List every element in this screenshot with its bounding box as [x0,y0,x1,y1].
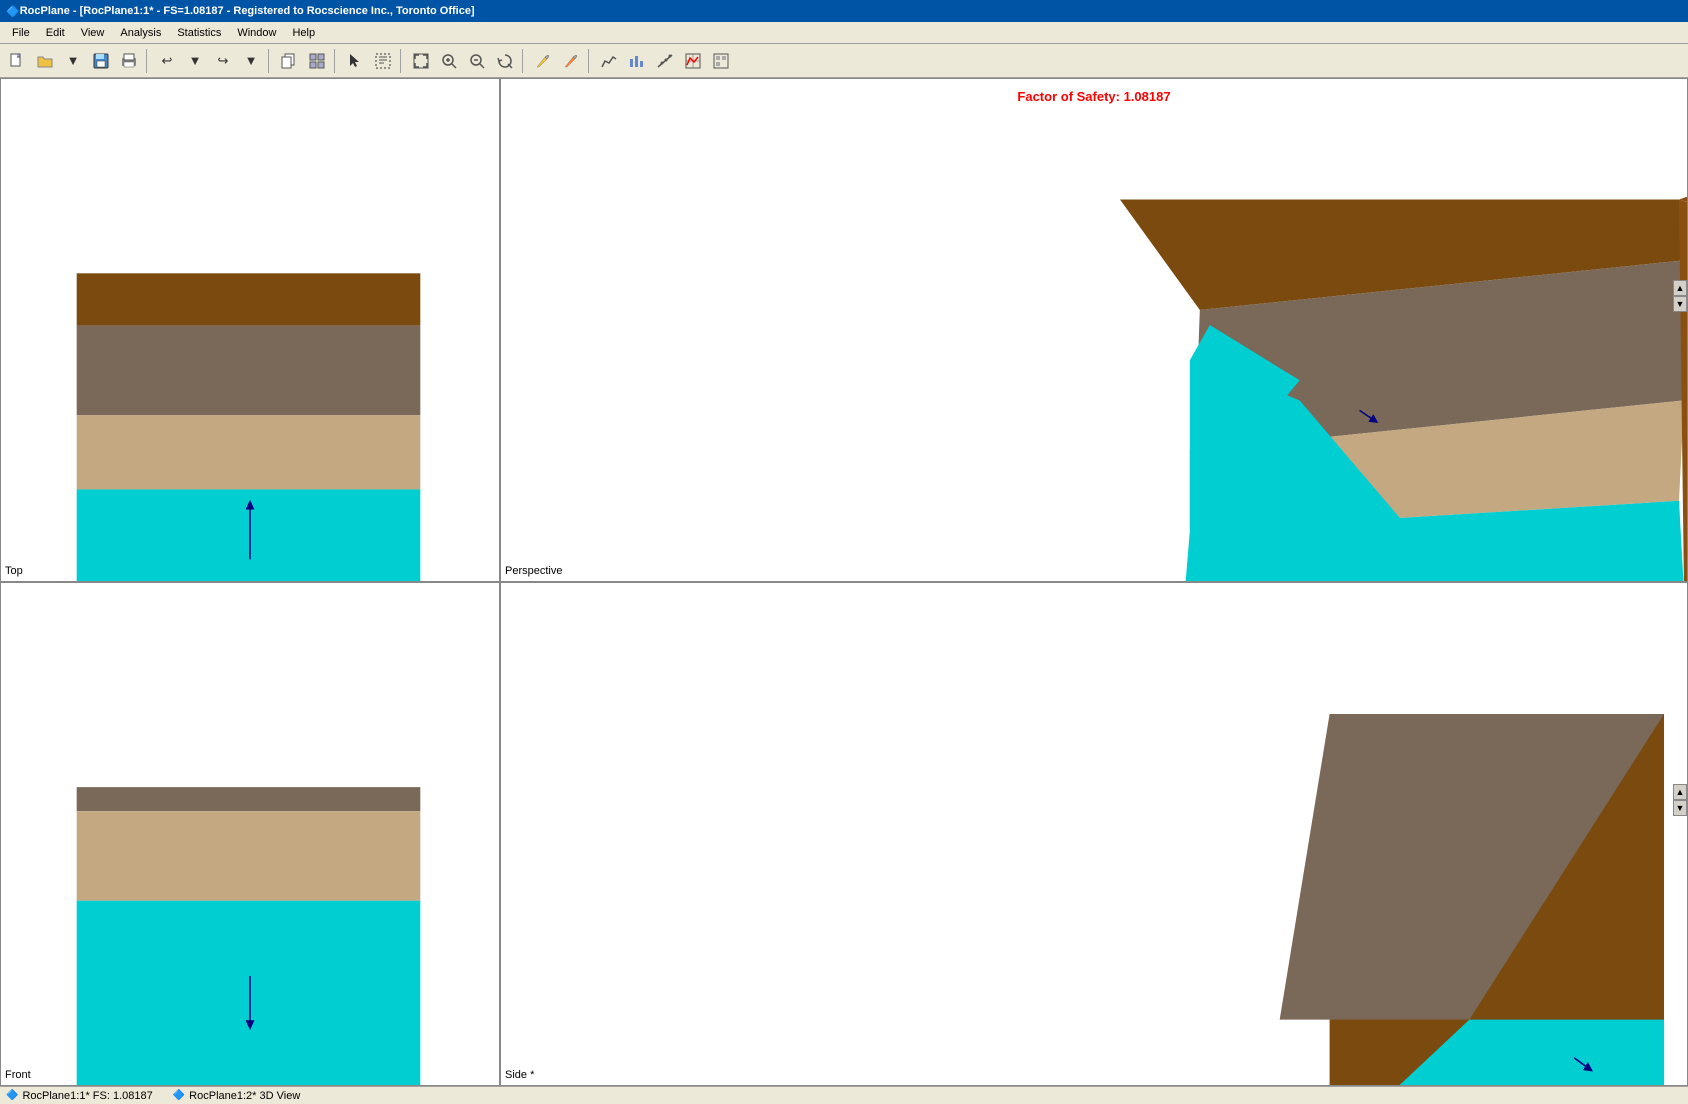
menu-statistics[interactable]: Statistics [169,25,229,41]
sep5 [522,49,526,73]
sep4 [400,49,404,73]
menubar: File Edit View Analysis Statistics Windo… [0,22,1688,44]
copy-button[interactable] [276,48,302,74]
side-view[interactable]: Side * ▲ ▼ [500,582,1688,1086]
side-view-svg [501,583,1687,1085]
new-button[interactable] [4,48,30,74]
zoom-in-button[interactable] [436,48,462,74]
window-title: RocPlane - [RocPlane1:1* - FS=1.08187 - … [20,5,475,17]
scroll-down-arrow[interactable]: ▼ [1673,296,1687,312]
titlebar: 🔷 RocPlane - [RocPlane1:1* - FS=1.08187 … [0,0,1688,22]
top-view-svg [1,79,499,581]
main-view: Top Factor of Safety: 1.08187 Pe [0,78,1688,1086]
view-button[interactable] [304,48,330,74]
perspective-view[interactable]: Factor of Safety: 1.08187 Perspective [500,78,1688,582]
front-view[interactable]: Front [0,582,500,1086]
zoom-out-button[interactable] [464,48,490,74]
scroll-arrows-right[interactable]: ▲ ▼ [1673,280,1687,312]
top-view[interactable]: Top [0,78,500,582]
fos-label: Factor of Safety: 1.08187 [1017,89,1170,104]
status-icon1: 🔷 [6,1090,18,1101]
front-view-label: Front [5,1069,31,1081]
pen-tool[interactable] [530,48,556,74]
zoom-rotate[interactable] [492,48,518,74]
pen-tool2[interactable] [558,48,584,74]
undo-button[interactable]: ↩ [154,48,180,74]
analysis-btn2[interactable] [624,48,650,74]
front-view-svg [1,583,499,1085]
sep1 [146,49,150,73]
analysis-btn5[interactable] [708,48,734,74]
analysis-btn4[interactable] [680,48,706,74]
status-item2: 🔷 RocPlane1:2* 3D View [173,1090,301,1102]
perspective-view-svg [501,79,1687,581]
side-scroll-arrows[interactable]: ▲ ▼ [1673,784,1687,816]
menu-edit[interactable]: Edit [38,25,73,41]
save-button[interactable] [88,48,114,74]
top-view-label: Top [5,565,23,577]
side-scroll-up[interactable]: ▲ [1673,784,1687,800]
edit-button[interactable] [370,48,396,74]
redo-button[interactable]: ↪ [210,48,236,74]
menu-analysis[interactable]: Analysis [112,25,169,41]
print-preview[interactable] [116,48,142,74]
perspective-view-label: Perspective [505,565,562,577]
statusbar: 🔷 RocPlane1:1* FS: 1.08187 🔷 RocPlane1:2… [0,1086,1688,1104]
menu-window[interactable]: Window [229,25,284,41]
sep3 [334,49,338,73]
sep2 [268,49,272,73]
menu-file[interactable]: File [4,25,38,41]
menu-help[interactable]: Help [284,25,323,41]
scroll-up-arrow[interactable]: ▲ [1673,280,1687,296]
status-item1: 🔷 RocPlane1:1* FS: 1.08187 [6,1090,153,1102]
select-button[interactable] [342,48,368,74]
side-view-label: Side * [505,1069,534,1081]
redo-arrow[interactable]: ▼ [238,48,264,74]
status-icon2: 🔷 [173,1090,185,1101]
toolbar: ▼ ↩ ▼ ↪ ▼ [0,44,1688,78]
zoom-extents[interactable] [408,48,434,74]
menu-view[interactable]: View [73,25,113,41]
open-button[interactable] [32,48,58,74]
analysis-btn1[interactable] [596,48,622,74]
open-arrow[interactable]: ▼ [60,48,86,74]
sep6 [588,49,592,73]
analysis-btn3[interactable] [652,48,678,74]
undo-arrow[interactable]: ▼ [182,48,208,74]
title-icon: 🔷 [6,5,20,18]
side-scroll-down[interactable]: ▼ [1673,800,1687,816]
